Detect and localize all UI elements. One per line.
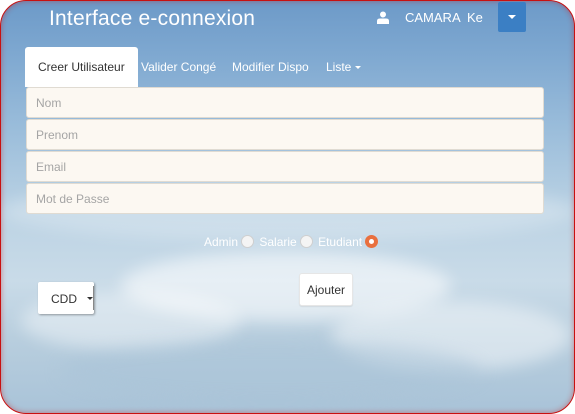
tab-label: Creer Utilisateur <box>38 60 125 74</box>
radio-etudiant[interactable] <box>365 235 379 249</box>
radio-admin[interactable] <box>241 235 255 249</box>
prenom-field[interactable] <box>26 119 544 150</box>
tab-creer-utilisateur[interactable]: Creer Utilisateur <box>25 47 138 87</box>
contract-select-value: CDD <box>51 292 77 306</box>
nom-field[interactable] <box>26 87 544 118</box>
user-icon <box>377 11 389 24</box>
radio-label-etudiant: Etudiant <box>318 234 363 249</box>
select-edge <box>93 286 94 310</box>
tab-label: Modifier Dispo <box>232 60 309 74</box>
email-field[interactable] <box>26 151 544 182</box>
radio-label-admin: Admin <box>204 234 239 249</box>
tab-valider-conge[interactable]: Valider Congé <box>141 47 216 87</box>
radio-label-salarie: Salarie <box>259 234 297 249</box>
user-menu-button[interactable] <box>498 2 526 32</box>
tab-liste[interactable]: Liste <box>326 47 362 87</box>
background-cloud <box>61 341 481 401</box>
tab-label: Liste <box>326 60 352 74</box>
app-brand[interactable]: Interface e-connexion <box>49 7 255 31</box>
tab-modifier-dispo[interactable]: Modifier Dispo <box>232 47 309 87</box>
password-field[interactable] <box>26 183 544 214</box>
app-frame: Interface e-connexion CAMARA Ke Creer Ut… <box>0 0 575 414</box>
tab-label: Valider Congé <box>141 60 217 74</box>
radio-salarie[interactable] <box>299 235 313 249</box>
user-name[interactable]: CAMARA <box>405 10 461 25</box>
ajouter-button[interactable]: Ajouter <box>299 273 353 306</box>
contract-select[interactable]: CDD <box>38 282 94 314</box>
caret-down-icon <box>508 15 516 19</box>
role-radio-group: Admin Salarie Etudiant <box>204 234 380 252</box>
user-short-name[interactable]: Ke <box>467 10 483 25</box>
caret-down-icon <box>355 66 362 70</box>
